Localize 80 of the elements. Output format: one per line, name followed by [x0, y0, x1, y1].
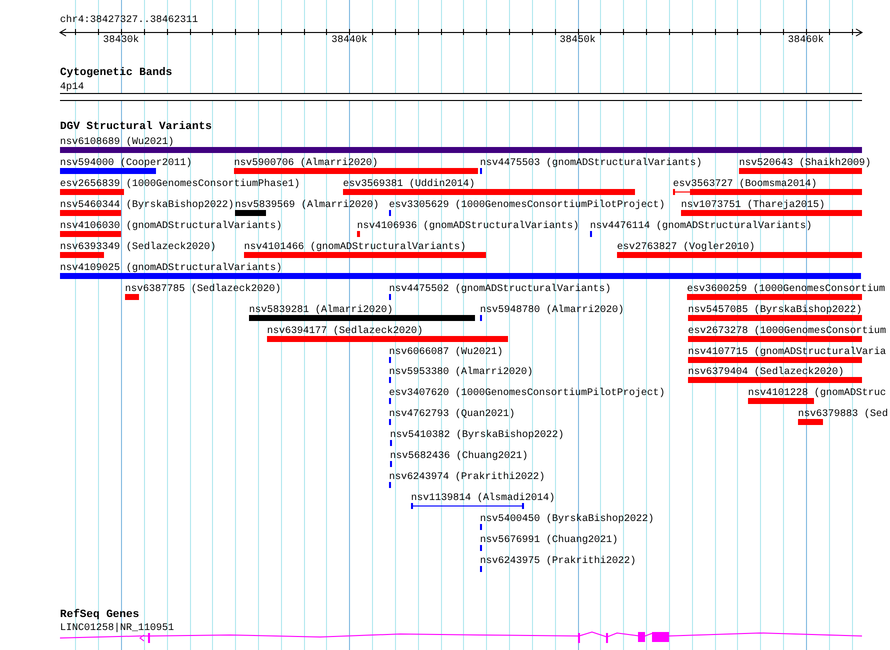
variant-label: nsv6108689 (Wu2021)	[60, 137, 174, 148]
variant-label: nsv6066087 (Wu2021)	[389, 347, 504, 358]
variant-label: nsv6394177 (Sedlazeck2020)	[267, 326, 424, 337]
band-label: 4p14	[60, 82, 84, 93]
variant-label: esv2673278 (1000GenomesConsortium	[688, 326, 886, 337]
gene-model[interactable]	[60, 631, 862, 643]
variant-label: nsv4106936 (gnomADStructuralVariants)	[357, 221, 580, 232]
variant-bar[interactable]	[687, 294, 862, 300]
variant-bar[interactable]	[688, 315, 862, 321]
variant-bar[interactable]	[60, 147, 862, 153]
variant-label: nsv4476114 (gnomADStructuralVariants)	[590, 221, 812, 232]
variant-bar[interactable]	[125, 294, 139, 300]
variant-bar[interactable]	[357, 231, 360, 237]
variant-bar[interactable]	[688, 357, 862, 363]
variant-bar[interactable]	[343, 189, 635, 195]
variant-bar[interactable]	[739, 168, 862, 174]
variant-label: nsv4106030 (gnomADStructuralVariants)	[60, 221, 282, 232]
variant-bar[interactable]	[681, 210, 862, 216]
variant-label: nsv6387785 (Sedlazeck2020)	[125, 284, 282, 295]
variant-label: nsv6243975 (Prakrithi2022)	[480, 556, 636, 567]
variant-label: nsv4101228 (gnomADStruc	[748, 388, 886, 399]
variant-label: nsv4107715 (gnomADStructuralVaria	[688, 347, 886, 358]
ruler-label: 38430k	[103, 35, 140, 46]
variant-label: nsv1073751 (Thareja2015)	[681, 200, 826, 211]
variant-label: nsv6379404 (Sedlazeck2020)	[688, 367, 844, 378]
variant-bar[interactable]	[60, 273, 861, 279]
variant-label: nsv5676991 (Chuang2021)	[480, 535, 618, 546]
variant-label: nsv5839569 (Almarri2020)	[235, 200, 380, 211]
variant-bar[interactable]	[60, 189, 124, 195]
track-title: Cytogenetic Bands	[60, 68, 172, 79]
variant-span[interactable]	[673, 189, 862, 195]
variant-label: nsv1139814 (Alsmadi2014)	[411, 493, 556, 504]
variant-label: esv3600259 (1000GenomesConsortium	[687, 284, 886, 295]
variant-bar[interactable]	[688, 377, 862, 383]
variant-label: esv3407620 (1000GenomesConsortiumPilotProject)	[389, 388, 666, 399]
variant-label: nsv6243974 (Prakrithi2022)	[389, 472, 546, 483]
gene-label: LINC01258|NR_110951	[60, 623, 174, 634]
variant-bar[interactable]	[235, 210, 266, 216]
variant-bar[interactable]	[60, 231, 121, 237]
variant-label: nsv5900706 (Almarri2020)	[234, 158, 378, 169]
ruler-label: 38440k	[331, 35, 368, 46]
track-title: DGV Structural Variants	[60, 122, 212, 133]
variant-label: nsv6393349 (Sedlazeck2020)	[60, 242, 216, 253]
variant-span[interactable]	[411, 503, 524, 509]
variant-label: nsv4109025 (gnomADStructuralVariants)	[60, 263, 282, 274]
variant-label: nsv5460344 (ByrskaBishop2022)	[60, 200, 234, 211]
variant-label: esv3563727 (Boomsma2014)	[673, 179, 818, 190]
variant-label: nsv6379883 (Sed	[798, 409, 888, 420]
variant-label: nsv5839281 (Almarri2020)	[249, 305, 394, 316]
variant-label: nsv5948780 (Almarri2020)	[480, 305, 624, 316]
variant-bar[interactable]	[688, 336, 862, 342]
variant-bar[interactable]	[267, 336, 508, 342]
variant-label: nsv4762793 (Quan2021)	[389, 409, 516, 420]
variant-bar[interactable]	[60, 252, 104, 258]
variant-bar[interactable]	[249, 315, 475, 321]
variant-label: nsv5400450 (ByrskaBishop2022)	[480, 514, 654, 525]
variant-label: nsv4101466 (gnomADStructuralVariants)	[244, 242, 466, 253]
variant-label: nsv4475502 (gnomADStructuralVariants)	[389, 284, 612, 295]
variant-label: esv2763827 (Vogler2010)	[617, 242, 756, 253]
variant-label: esv2656839 (1000GenomesConsortiumPhase1)	[60, 179, 300, 190]
location-label: chr4:38427327..38462311	[60, 15, 198, 26]
variant-bar[interactable]	[60, 210, 121, 216]
variant-bar[interactable]	[234, 168, 478, 174]
ruler-label: 38450k	[560, 35, 596, 46]
variant-label: nsv5410382 (ByrskaBishop2022)	[390, 430, 564, 441]
variant-label: nsv594000 (Cooper2011)	[60, 158, 192, 169]
variant-bar[interactable]	[617, 252, 862, 258]
variant-label: esv3305629 (1000GenomesConsortiumPilotProject)	[389, 200, 666, 211]
variant-label: nsv5953380 (Almarri2020)	[389, 367, 534, 378]
track-title: RefSeq Genes	[60, 610, 140, 621]
variant-label: esv3569381 (Uddin2014)	[343, 179, 476, 190]
variant-label: nsv5682436 (Chuang2021)	[390, 451, 528, 462]
variant-bar[interactable]	[798, 419, 823, 425]
variant-bar[interactable]	[60, 168, 156, 174]
ruler-label: 38460k	[788, 35, 824, 46]
variant-bar[interactable]	[748, 398, 814, 404]
variant-label: nsv520643 (Shaikh2009)	[739, 158, 872, 169]
variant-label: nsv5457085 (ByrskaBishop2022)	[688, 305, 862, 316]
variant-label: nsv4475503 (gnomADStructuralVariants)	[480, 158, 702, 169]
variant-bar[interactable]	[244, 252, 486, 258]
